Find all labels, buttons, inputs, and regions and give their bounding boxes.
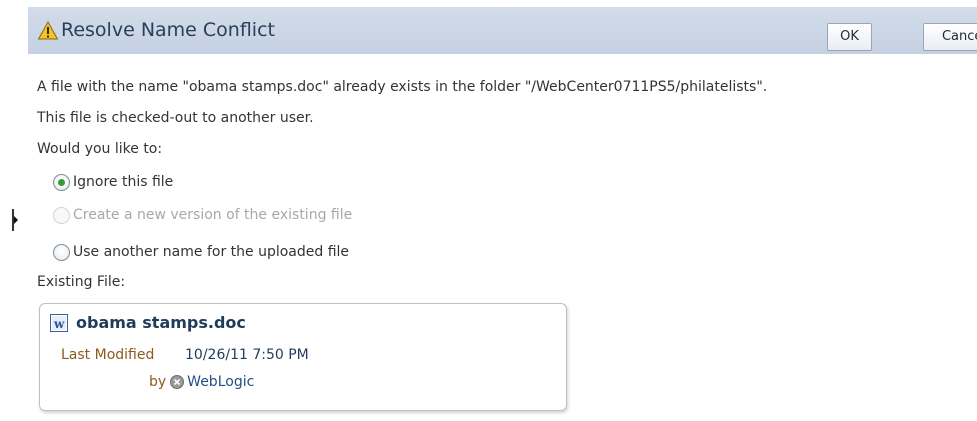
option-ignore-file[interactable]: Ignore this file	[53, 172, 173, 192]
file-title-row: w obama stamps.doc	[50, 313, 246, 332]
ok-button[interactable]: OK	[827, 23, 872, 51]
radio-disabled-icon	[53, 206, 70, 224]
user-link[interactable]: WebLogic	[187, 374, 254, 390]
warning-icon	[38, 20, 58, 39]
option-ignore-file-label: Ignore this file	[73, 174, 174, 190]
expand-arrow-icon[interactable]	[12, 209, 18, 231]
dialog-title-text: Resolve Name Conflict	[61, 19, 275, 41]
option-new-version-label: Create a new version of the existing fil…	[73, 207, 353, 223]
option-another-name[interactable]: Use another name for the uploaded file	[53, 242, 349, 262]
user-presence-icon	[170, 375, 185, 389]
conflict-message: A file with the name "obama stamps.doc" …	[37, 79, 768, 95]
dialog-title: Resolve Name Conflict	[38, 19, 275, 41]
existing-file-label: Existing File:	[37, 274, 126, 290]
cancel-button[interactable]: Cancel	[923, 23, 977, 51]
last-modified-label: Last Modified	[61, 347, 155, 363]
resolve-name-conflict-dialog: Resolve Name Conflict OK Cancel A file w…	[0, 0, 977, 421]
modified-by-row: by WebLogic	[149, 374, 254, 390]
file-name-link[interactable]: obama stamps.doc	[76, 313, 246, 332]
last-modified-value: 10/26/11 7:50 PM	[185, 347, 309, 363]
word-document-icon: w	[50, 313, 68, 332]
options-prompt: Would you like to:	[37, 141, 163, 157]
dialog-header: Resolve Name Conflict OK Cancel	[28, 7, 977, 54]
option-another-name-label: Use another name for the uploaded file	[73, 244, 350, 260]
option-new-version: Create a new version of the existing fil…	[53, 205, 352, 225]
radio-unselected-icon[interactable]	[53, 243, 70, 261]
svg-text:w: w	[53, 317, 65, 331]
radio-selected-icon[interactable]	[53, 173, 70, 191]
checkout-message: This file is checked-out to another user…	[37, 110, 314, 126]
existing-file-card: w obama stamps.doc Last Modified 10/26/1…	[39, 303, 567, 411]
by-label: by	[149, 374, 167, 390]
